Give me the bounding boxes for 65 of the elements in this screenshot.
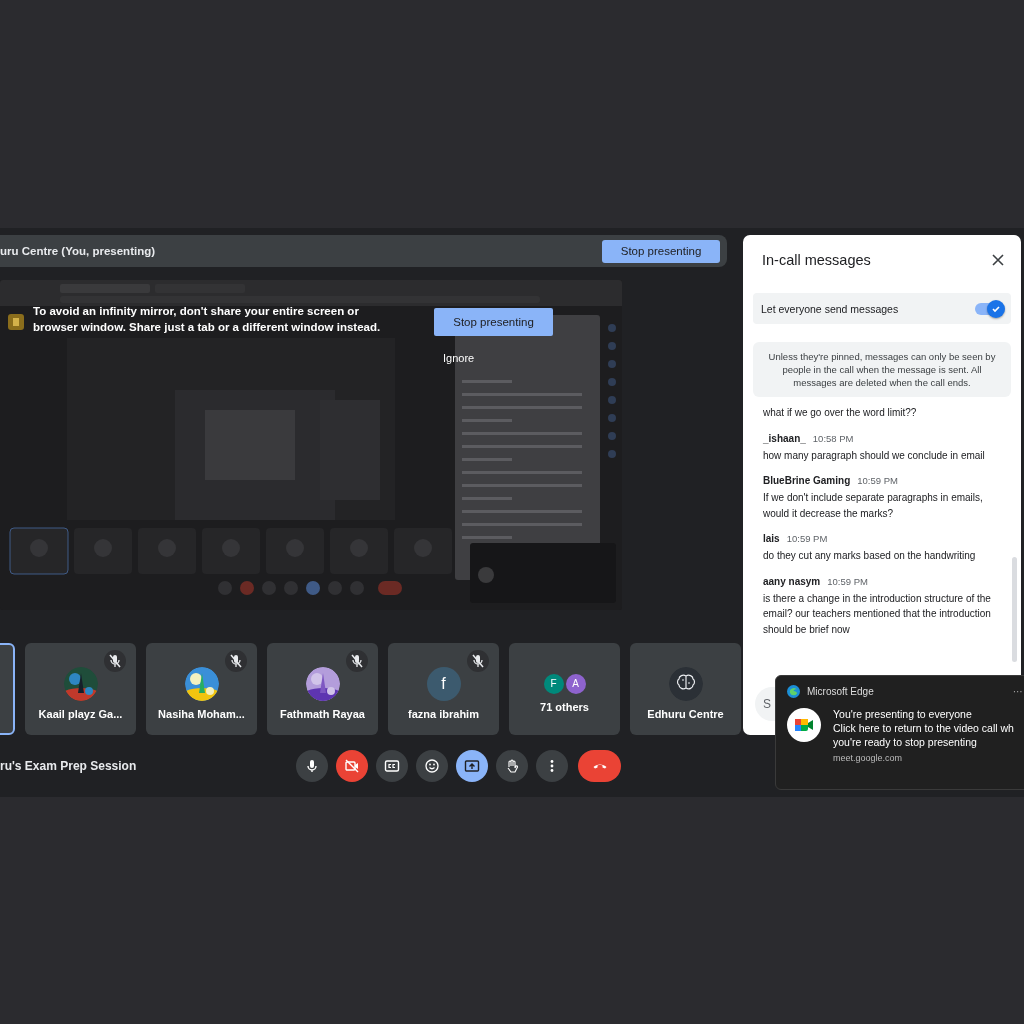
participant-name: Kaail playz Ga... (38, 707, 123, 720)
captions-icon (384, 758, 400, 774)
camera-off-icon (344, 758, 360, 774)
toggle-switch[interactable] (975, 302, 1003, 315)
message-sender: aany nasym (763, 575, 821, 587)
message-time: 10:58 PM (812, 432, 854, 444)
message-time: 10:59 PM (827, 575, 868, 587)
more-options-button[interactable] (536, 750, 568, 782)
notification-body: you're ready to stop presenting (833, 736, 978, 748)
message-text: what if we go over the word limit?? (763, 406, 918, 420)
notification-source: meet.google.com (833, 753, 904, 763)
message-time: 10:59 PM (786, 533, 828, 544)
participant-tile[interactable]: f fazna ibrahim (388, 643, 499, 735)
stop-presenting-button[interactable]: Stop presenting (434, 308, 553, 336)
more-options-button[interactable]: ··· (1012, 686, 1023, 697)
meeting-title: ru's Exam Prep Session (0, 759, 138, 773)
message-sender: BlueBrine Gaming (763, 475, 851, 486)
microphone-icon (304, 758, 320, 774)
phone-icon (591, 763, 608, 769)
participant-name: fazna ibrahim (408, 707, 479, 720)
participant-tile[interactable]: Fathmath Rayaa (267, 643, 378, 735)
end-call-button[interactable] (578, 750, 621, 782)
participant-name: 71 others (540, 700, 589, 713)
participant-tile[interactable]: Nasiha Moham... (146, 643, 257, 735)
avatar: A (565, 673, 586, 694)
smiley-icon (424, 758, 440, 774)
raise-hand-button[interactable] (496, 750, 528, 782)
stop-presenting-button[interactable]: Stop presenting (602, 239, 720, 263)
participant-tile[interactable]: Kaail playz Ga... (25, 643, 136, 735)
participant-name: Nasiha Moham... (158, 707, 245, 720)
camera-off-button[interactable] (336, 750, 368, 782)
present-button[interactable] (456, 750, 488, 782)
microphone-button[interactable] (296, 750, 328, 782)
message-time: 10:59 PM (857, 475, 898, 486)
participant-tile[interactable]: Edhuru Centre (630, 643, 741, 735)
notification-body: Click here to return to the video call wh (833, 722, 1014, 734)
emoji-button[interactable] (416, 750, 448, 782)
present-screen-icon (464, 758, 480, 774)
check-icon (991, 303, 1001, 314)
warning-message: To avoid an infinity mirror, don't share your entire screen or browser window. Share just a tab or a different window instead. (33, 304, 382, 335)
message-sender: lais (763, 533, 780, 544)
message-text: is there a change in the introduction structure of the email? our teachers mentioned that the introduction should be brief now (763, 591, 992, 637)
participant-name: Fathmath Rayaa (280, 707, 365, 720)
brain-icon (668, 666, 703, 701)
notification-popup[interactable]: Microsoft Edge ··· You're presenting to everyone Click here to return to the video call wh you're ready to stop presenting meet.google.com (775, 675, 1024, 790)
message-text: how many paragraph should we conclude in email (763, 448, 986, 463)
close-icon (991, 253, 1005, 267)
ignore-button[interactable]: Ignore (441, 352, 477, 364)
message-text: If we don't include separate paragraphs in emails, would it decrease the marks? (763, 491, 984, 521)
message-sender: _ishaan_ (763, 432, 806, 444)
participant-name: Edhuru Centre (647, 707, 724, 720)
avatar: f (426, 666, 461, 701)
panel-title: In-call messages (762, 252, 871, 268)
slides-icon (8, 314, 24, 330)
toggle-label: Let everyone send messages (761, 302, 899, 315)
chat-notice: Unless they're pinned, messages can only be seen by people in the call when the message is sent. All messages are deleted when the call ends. (753, 342, 1011, 397)
avatar: F (543, 673, 564, 694)
presenter-label: uru Centre (You, presenting) (0, 245, 156, 257)
notification-title: You're presenting to everyone (833, 708, 973, 720)
video-camera-icon (787, 708, 821, 742)
browser-icon (787, 685, 800, 698)
message-text: do they cut any marks based on the handwriting (763, 549, 977, 563)
captions-button[interactable] (376, 750, 408, 782)
notification-app: Microsoft Edge (807, 686, 874, 697)
participant-tile[interactable]: F A 71 others (509, 643, 620, 735)
